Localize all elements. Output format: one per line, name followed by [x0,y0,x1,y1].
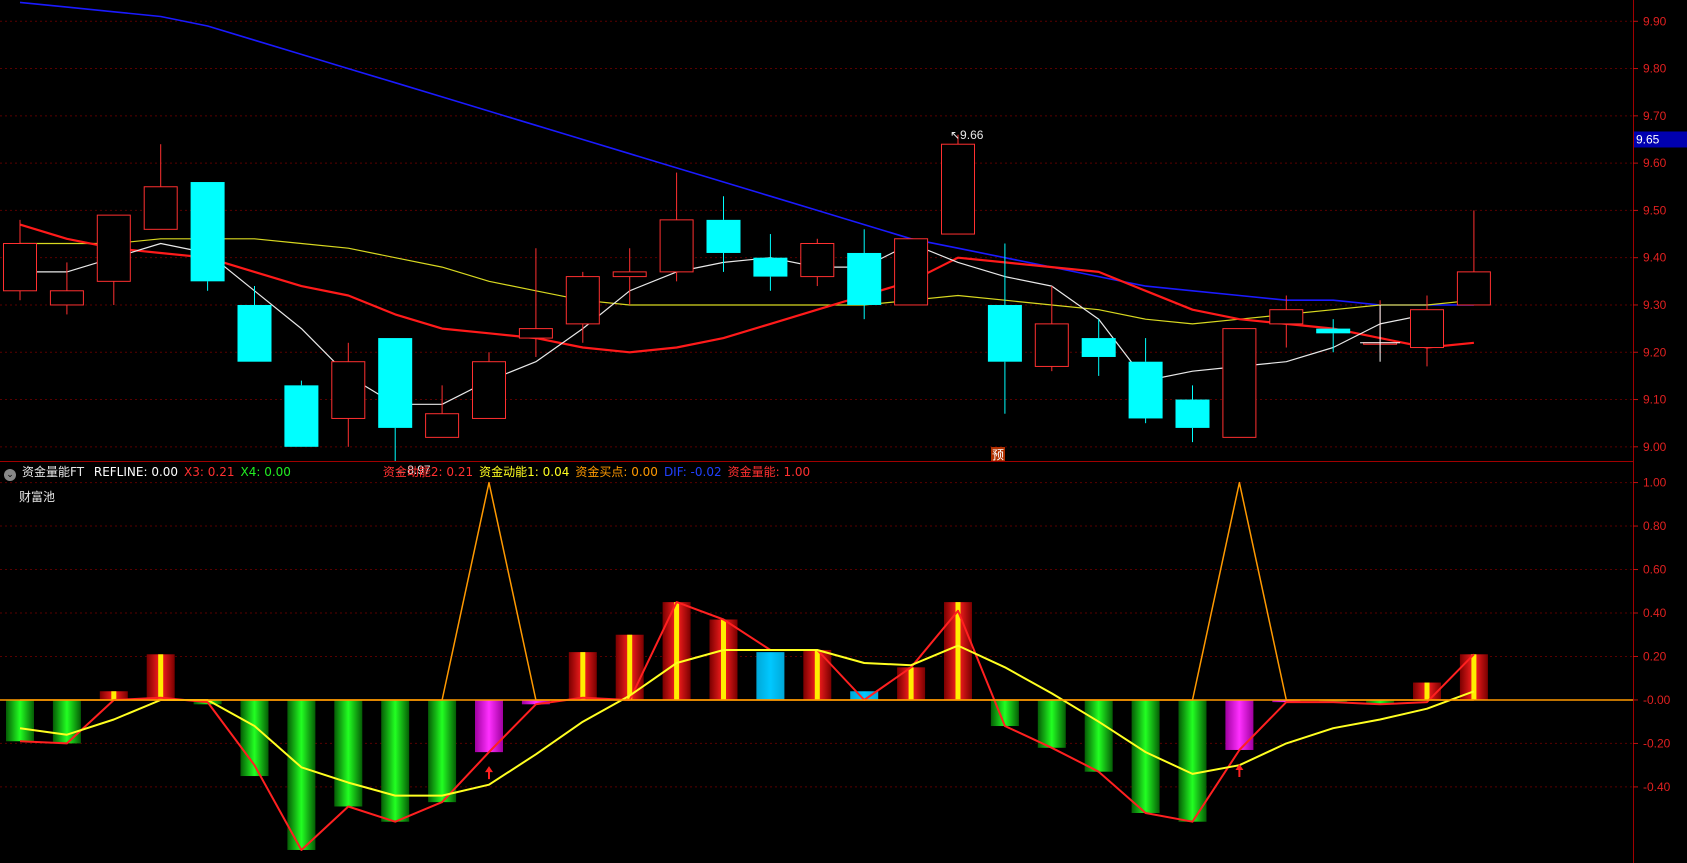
candle-body-up [659,219,694,273]
indicator-bar [334,699,363,807]
candle-body-up [941,143,975,235]
indicator-tick-label: 0.60 [1643,563,1667,577]
indicator-bar-core [721,619,726,700]
price-tick-label: 9.40 [1643,251,1667,265]
indicator-title: 资金量能FT [22,465,85,479]
candle-body-down [378,338,413,428]
candle-body-up [96,214,131,282]
candle-body-down [706,219,741,253]
legend-item: 资金量能: 1.00 [727,465,811,479]
high-price-label: ↖9.66 [950,128,984,142]
legend-item: 资金动能2: 0.21 [382,465,474,479]
series-line [19,601,1475,851]
candle-body-down [190,182,225,282]
indicator-bar-core [627,634,633,700]
price-tick-label: 9.60 [1643,156,1667,170]
indicator-bar [6,699,34,742]
candle-body-up [143,186,178,230]
candle-body-down [1128,361,1163,419]
indicator-tick-label: 0.80 [1643,519,1667,533]
candle-body-up [894,238,929,306]
series-line [19,644,1475,797]
price-tick-label: 9.90 [1643,14,1667,28]
indicator-bar-core [580,652,586,700]
series-line [20,481,1474,701]
price-tick-label: 9.70 [1643,109,1667,123]
candle-body-up [1410,309,1444,349]
collapse-icon[interactable]: ⌄ [4,469,16,481]
candle-body-up [1269,309,1304,325]
legend-item: DIF: -0.02 [663,465,722,479]
indicator-bar [756,652,785,700]
indicator-tick-label: 0.20 [1643,649,1667,663]
forecast-marker: 预 [992,448,1004,462]
indicator-bar-core [1471,654,1477,700]
candle-body-down [753,257,788,277]
candle-body-up [3,243,37,292]
legend-item: 资金动能1: 0.04 [479,465,570,479]
indicator-bar-core [158,654,164,700]
candle-body-down [987,304,1022,362]
candle-body-up [612,271,647,278]
indicator-bar-core [674,602,680,700]
indicator-bar [52,699,81,744]
indicator-bar [381,699,410,822]
legend-item: X4: 0.00 [240,465,291,479]
buy-arrow-icon [485,766,493,780]
candle-body-up [1222,328,1257,438]
indicator-tick-label: 0.40 [1643,606,1667,620]
candle-body-up [472,361,506,419]
price-tick-label: 9.20 [1643,345,1667,359]
candle-body-down [1316,328,1351,334]
indicator-bar [287,699,316,850]
indicator-tick-label: -0.00 [1643,693,1671,707]
candle-body-up [331,361,366,419]
indicator-bar-core [814,649,820,700]
legend-item: X3: 0.21 [184,465,235,479]
candle-body-up [565,276,600,325]
price-tick-label: 9.10 [1643,393,1667,407]
indicator-bar [428,699,457,803]
candle-body-up [425,413,460,438]
indicator-bar-core [111,691,117,700]
price-tick-label: 9.80 [1643,62,1667,76]
candle-body-up [49,290,84,306]
candle-body-down [284,385,319,447]
legend-item: 资金买点: 0.00 [575,465,658,479]
indicator-tick-label: -0.20 [1643,736,1671,750]
price-tick-label: 9.30 [1643,298,1667,312]
indicator-bar [475,699,503,753]
candle-body-up [1034,323,1069,367]
indicator-bar [1037,699,1066,748]
price-tick-label: 9.50 [1643,203,1667,217]
candle-body-down [1175,399,1210,428]
indicator-subtitle: 财富池 [19,490,56,504]
candle-body-down [237,304,272,362]
current-price-label: 9.65 [1636,132,1660,146]
indicator-bar-core [908,667,914,700]
candle-body-up [1456,271,1491,306]
candle-body-down [847,252,882,305]
indicator-bar-core [1424,682,1430,700]
indicator-tick-label: -0.40 [1643,780,1671,794]
candle-body-down [1081,338,1116,357]
price-tick-label: 9.00 [1643,440,1667,454]
indicator-bar [1225,699,1254,750]
indicator-bar [1084,699,1113,772]
indicator-bar [1178,699,1207,822]
candle-body-up [518,328,553,339]
legend-item: REFLINE: 0.00 [93,465,179,479]
candle-body-up [800,243,835,278]
indicator-tick-label: 1.00 [1643,476,1667,490]
stock-chart[interactable]: ↖9.66←8.97预 9.909.809.709.609.509.409.30… [0,0,1687,863]
indicator-legend: ⌄ 资金量能FT REFLINE: 0.00 X3: 0.21 X4: 0.00 资金动… [4,463,822,481]
